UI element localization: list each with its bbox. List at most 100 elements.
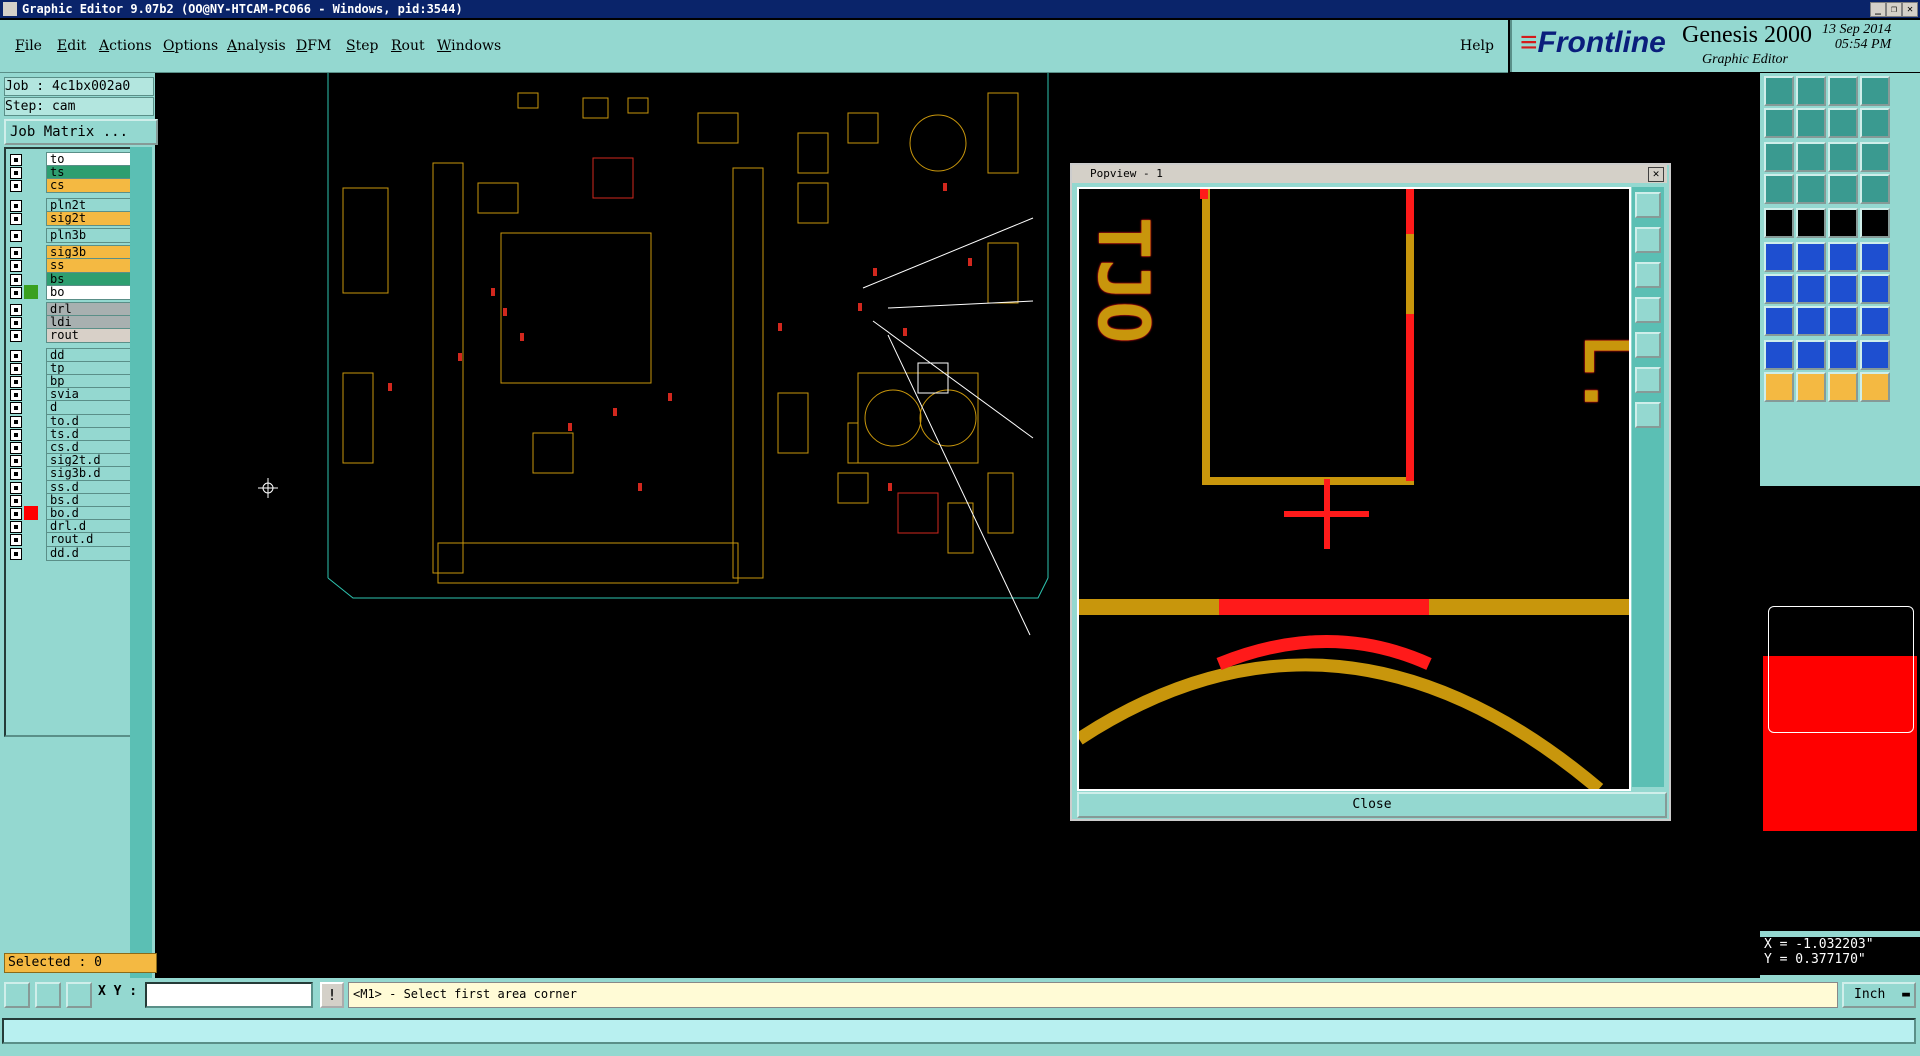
popview-zoom-in-icon[interactable] xyxy=(1635,192,1661,218)
pattern-icon[interactable] xyxy=(1860,108,1890,138)
layer-name[interactable]: cs xyxy=(46,178,137,194)
job-matrix-button[interactable]: Job Matrix ... xyxy=(4,119,158,145)
menu-step[interactable]: Step xyxy=(346,38,378,54)
layer-checkbox[interactable] xyxy=(10,180,22,193)
layer-row-ss-d[interactable]: ss.d xyxy=(10,479,137,495)
text-c-icon[interactable] xyxy=(1860,340,1890,370)
menu-analysis[interactable]: Analysis xyxy=(227,38,286,54)
layer-row-dd-d[interactable]: dd.d xyxy=(10,545,137,561)
layer-checkbox[interactable] xyxy=(10,286,22,299)
layer-row-cs[interactable]: cs xyxy=(10,178,137,194)
cross-icon[interactable] xyxy=(1796,242,1826,272)
popview-pan-left-icon[interactable] xyxy=(1635,297,1661,323)
prev-step-icon[interactable] xyxy=(1764,108,1794,138)
popview-zoom-canvas[interactable]: TJO L. xyxy=(1077,187,1631,791)
layer-row-sig3b-d[interactable]: sig3b.d xyxy=(10,466,137,482)
layer-row-pln2t[interactable]: pln2t xyxy=(10,197,137,213)
save-job-icon[interactable] xyxy=(1796,76,1826,106)
layer-name[interactable]: dd.d xyxy=(46,545,137,561)
zoom-fit-icon[interactable] xyxy=(1764,142,1794,172)
zoom-home-icon[interactable] xyxy=(1796,142,1826,172)
diagonal-icon[interactable] xyxy=(1860,242,1890,272)
layer-checkbox[interactable] xyxy=(10,273,22,286)
layer-row-rout-d[interactable]: rout.d xyxy=(10,532,137,548)
select-feature-icon[interactable] xyxy=(1796,372,1826,402)
layer-checkbox[interactable] xyxy=(10,376,22,388)
layer-checkbox[interactable] xyxy=(10,455,22,468)
popview-pan-right-icon[interactable] xyxy=(1635,332,1661,358)
mirror-icon[interactable] xyxy=(1860,274,1890,304)
rotate-icon[interactable] xyxy=(1828,274,1858,304)
layer-row-to-d[interactable]: to.d xyxy=(10,413,137,429)
layer-row-svia[interactable]: svia xyxy=(10,387,137,403)
layer-checkbox[interactable] xyxy=(10,428,22,441)
layer-checkbox[interactable] xyxy=(10,212,22,225)
popview-close-button[interactable]: Close xyxy=(1077,792,1667,818)
layer-name[interactable]: rout xyxy=(46,328,137,344)
layer-checkbox[interactable] xyxy=(10,154,22,166)
layer-checkbox[interactable] xyxy=(10,167,22,180)
layer-name[interactable]: sig2t xyxy=(46,210,137,226)
grid-icon[interactable] xyxy=(1796,174,1826,204)
layer-row-d[interactable]: d xyxy=(10,400,137,416)
layer-name[interactable]: bo xyxy=(46,284,137,300)
layer-row-tp[interactable]: tp xyxy=(10,360,137,376)
menu-file[interactable]: File xyxy=(15,38,42,54)
popview-close-icon[interactable]: ✕ xyxy=(1648,167,1664,182)
layer-checkbox[interactable] xyxy=(10,317,22,330)
layer-row-ss[interactable]: ss xyxy=(10,258,137,274)
connect-icon[interactable] xyxy=(1764,242,1794,272)
layer-row-sig2t-d[interactable]: sig2t.d xyxy=(10,453,137,469)
layer-checkbox[interactable] xyxy=(10,389,22,402)
layer-checkbox[interactable] xyxy=(10,247,22,260)
window-layout-icon[interactable] xyxy=(1860,76,1890,106)
layer-checkbox[interactable] xyxy=(10,349,22,362)
layer-row-to[interactable]: to xyxy=(10,152,137,167)
text-b-icon[interactable] xyxy=(1828,340,1858,370)
home-icon[interactable] xyxy=(1828,76,1858,106)
layer-checkbox[interactable] xyxy=(10,547,22,560)
layer-checkbox[interactable] xyxy=(10,260,22,273)
layer-row-sig2t[interactable]: sig2t xyxy=(10,210,137,226)
popview-pan-down-icon[interactable] xyxy=(1635,262,1661,288)
edit-trace-icon[interactable] xyxy=(1796,274,1826,304)
layer-row-pln3b[interactable]: pln3b xyxy=(10,228,137,243)
layer-checkbox[interactable] xyxy=(10,304,22,316)
measure-ruler-icon[interactable] xyxy=(1828,208,1858,238)
menu-options[interactable]: Options xyxy=(163,38,218,54)
layer-row-bs[interactable]: bs xyxy=(10,271,137,287)
line-draw-icon[interactable] xyxy=(1796,208,1826,238)
menu-edit[interactable]: Edit xyxy=(57,38,86,54)
layer-checkbox[interactable] xyxy=(10,330,22,343)
layer-checkbox[interactable] xyxy=(10,508,22,520)
minimize-button[interactable]: _ xyxy=(1870,2,1886,17)
layer-row-rout[interactable]: rout xyxy=(10,328,137,344)
menu-windows[interactable]: Windows xyxy=(437,38,501,54)
select-pointer-icon[interactable] xyxy=(1764,372,1794,402)
open-job-icon[interactable] xyxy=(1764,76,1794,106)
snap-mode-icon[interactable] xyxy=(4,982,30,1008)
layer-row-ts-d[interactable]: ts.d xyxy=(10,426,137,442)
layer-checkbox[interactable] xyxy=(10,521,22,534)
layer-row-bs-d[interactable]: bs.d xyxy=(10,492,137,508)
menu-rout[interactable]: Rout xyxy=(391,38,425,54)
layer-row-bp[interactable]: bp xyxy=(10,374,137,389)
split-view-icon[interactable] xyxy=(1828,108,1858,138)
move-icon[interactable] xyxy=(1796,306,1826,336)
layer-row-drl-d[interactable]: drl.d xyxy=(10,519,137,535)
layer-row-bo-d[interactable]: bo.d xyxy=(10,506,137,521)
circle-fill-icon[interactable] xyxy=(1860,208,1890,238)
layer-row-bo[interactable]: bo xyxy=(10,284,137,300)
copy-icon[interactable] xyxy=(1860,306,1890,336)
layer-checkbox[interactable] xyxy=(10,199,22,212)
measure-mode-icon[interactable] xyxy=(35,982,61,1008)
restore-button[interactable]: ❐ xyxy=(1886,2,1902,17)
popview-zoom-fit-icon[interactable] xyxy=(1635,367,1661,393)
layer-row-cs-d[interactable]: cs.d xyxy=(10,440,137,455)
scale-1-2-icon[interactable] xyxy=(1828,142,1858,172)
layer-checkbox[interactable] xyxy=(10,494,22,507)
menu-help[interactable]: Help xyxy=(1460,38,1494,54)
select-net-icon[interactable] xyxy=(1828,372,1858,402)
grid-mode-icon[interactable] xyxy=(66,982,92,1008)
prompt-alert-icon[interactable]: ! xyxy=(320,982,344,1008)
